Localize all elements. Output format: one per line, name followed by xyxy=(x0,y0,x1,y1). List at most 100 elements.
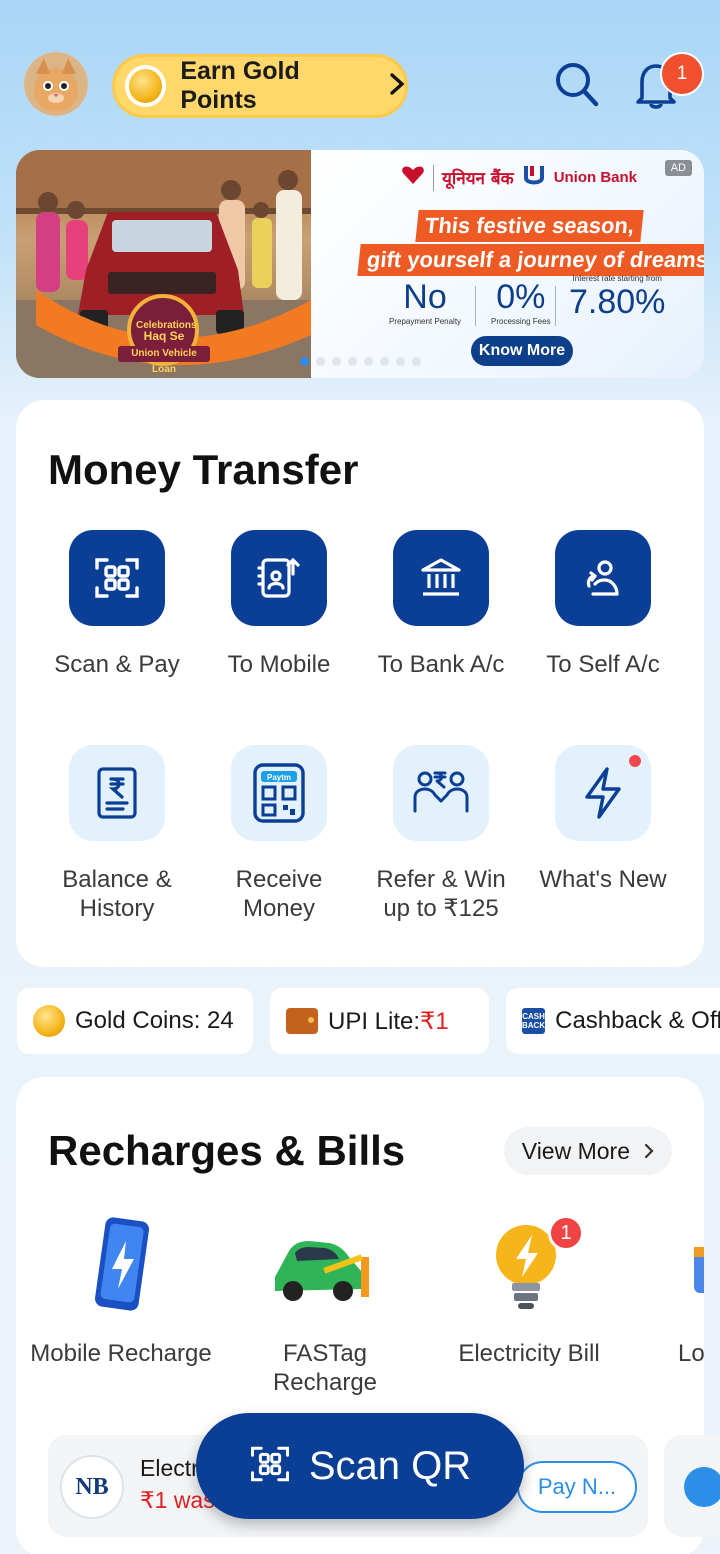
upi-lite-chip[interactable]: UPI Lite:₹1 xyxy=(270,988,489,1054)
upi-lite-label: UPI Lite: xyxy=(328,1007,421,1035)
stat-3-caption: Interest rate starting from xyxy=(572,274,662,283)
stat-prepayment: No Prepayment Penalty xyxy=(389,278,461,326)
gold-coin-icon xyxy=(33,1005,65,1037)
stat-processing: 0% Processing Fees xyxy=(491,278,551,326)
pagination-dot[interactable] xyxy=(316,357,325,366)
promo-banner[interactable]: Celebrations Haq Se Union Vehicle Loan A… xyxy=(16,150,704,378)
refer-icon xyxy=(393,745,489,841)
pagination-dot[interactable] xyxy=(364,357,373,366)
add-icon xyxy=(684,1467,720,1507)
profile-avatar[interactable] xyxy=(24,52,88,116)
scan-qr-label: Scan QR xyxy=(308,1443,472,1488)
tile-fastag[interactable]: FASTag Recharge xyxy=(230,1217,420,1397)
banner-family-car-image: Celebrations Haq Se Union Vehicle Loan xyxy=(16,150,311,378)
chevron-right-icon xyxy=(644,1138,654,1165)
new-indicator-dot xyxy=(629,755,641,767)
bank-brand: यूनियन बैंक Union Bank xyxy=(401,164,637,191)
pagination-dot[interactable] xyxy=(300,357,309,366)
cat-avatar-icon xyxy=(24,52,88,116)
tile-label: Loan Payment xyxy=(678,1340,704,1367)
vyom-heart-icon xyxy=(401,164,425,191)
mobile-recharge-icon xyxy=(66,1217,176,1317)
tile-label: To Mobile xyxy=(227,651,331,678)
pagination-dot[interactable] xyxy=(412,357,421,366)
tile-refer-win[interactable]: Refer & Win up to ₹125 xyxy=(360,745,522,923)
bank-icon xyxy=(393,530,489,626)
wallet-icon xyxy=(286,1008,318,1034)
tile-to-bank[interactable]: To Bank A/c xyxy=(360,530,522,679)
view-more-button[interactable]: View More xyxy=(503,1127,672,1175)
tile-loan[interactable]: Loan Payment xyxy=(638,1217,704,1368)
tile-label: Scan & Pay xyxy=(54,651,180,678)
stat-2-value: 0% xyxy=(496,278,546,316)
gold-coin-icon xyxy=(125,65,167,107)
svg-text:Paytm: Paytm xyxy=(267,773,291,782)
pagination-dot[interactable] xyxy=(348,357,357,366)
union-bank-logo-icon xyxy=(522,164,546,191)
tile-to-self[interactable]: To Self A/c xyxy=(522,530,684,679)
tile-to-mobile[interactable]: To Mobile xyxy=(198,530,360,679)
banner-ribbon-text: Union Vehicle Loan xyxy=(118,346,210,375)
tile-label: Receive Money xyxy=(235,866,323,922)
view-more-label: View More xyxy=(521,1137,630,1164)
tile-balance-history[interactable]: Balance & History xyxy=(36,745,198,923)
biller-logo: NB xyxy=(60,1455,124,1519)
scan-qr-icon xyxy=(249,1443,291,1490)
stat-1-caption: Prepayment Penalty xyxy=(389,317,462,326)
next-bill-card[interactable] xyxy=(664,1435,720,1537)
scan-qr-button[interactable]: Scan QR xyxy=(196,1413,524,1519)
money-transfer-card: Money Transfer Scan & Pay To Mobile To B… xyxy=(16,400,704,967)
pagination-dot[interactable] xyxy=(396,357,405,366)
banner-headline-2: gift yourself a journey of dreams. xyxy=(357,244,704,276)
stat-1-value: No xyxy=(403,278,447,316)
tile-mobile-recharge[interactable]: Mobile Recharge xyxy=(26,1217,216,1368)
pagination-dot[interactable] xyxy=(332,357,341,366)
know-more-button[interactable]: Know More xyxy=(471,336,573,366)
chevron-right-icon xyxy=(389,71,405,102)
banner-ad-panel: AD यूनियन बैंक Union Bank This festive s… xyxy=(311,150,704,378)
tile-electricity[interactable]: 1 Electricity Bill xyxy=(434,1215,624,1368)
search-icon[interactable] xyxy=(552,58,600,110)
tile-whats-new[interactable]: What's New xyxy=(522,745,684,894)
tile-label: Refer & Win up to ₹125 xyxy=(376,866,506,922)
cashback-icon: CASH BACK xyxy=(522,1008,546,1034)
tile-label: FASTag Recharge xyxy=(272,1340,378,1396)
tile-receive-money[interactable]: Paytm Receive Money xyxy=(198,745,360,923)
bank-name-hindi: यूनियन बैंक xyxy=(442,169,514,189)
pay-now-button[interactable]: Pay N... xyxy=(517,1461,637,1513)
gold-coins-chip[interactable]: Gold Coins: 24 xyxy=(17,988,253,1054)
stat-divider xyxy=(555,286,556,326)
tile-label: Mobile Recharge xyxy=(30,1340,212,1367)
upi-lite-amount: ₹1 xyxy=(420,1007,449,1035)
electricity-badge: 1 xyxy=(548,1215,584,1251)
cashback-text: Cashback & Offers xyxy=(555,1007,720,1034)
banner-pagination xyxy=(300,357,421,366)
contact-send-icon xyxy=(231,530,327,626)
notification-count-badge: 1 xyxy=(660,52,704,96)
receipt-icon xyxy=(69,745,165,841)
gold-coins-text: Gold Coins: 24 xyxy=(75,1007,234,1034)
stat-2-caption: Processing Fees xyxy=(491,317,551,326)
fastag-car-icon xyxy=(265,1217,385,1317)
badge-line-2: Haq Se xyxy=(143,329,185,343)
banner-badge-text: Celebrations Haq Se xyxy=(136,320,197,343)
self-transfer-icon xyxy=(555,530,651,626)
bulb-icon: 1 xyxy=(474,1215,584,1317)
upi-lite-text: UPI Lite:₹1 xyxy=(328,1007,449,1036)
earn-gold-points-button[interactable]: Earn Gold Points xyxy=(112,54,408,118)
banner-headline-1: This festive season, xyxy=(415,210,644,242)
pagination-dot[interactable] xyxy=(380,357,389,366)
bank-name-english: Union Bank xyxy=(553,169,638,186)
lightning-icon xyxy=(555,745,651,841)
cashback-chip[interactable]: CASHBACK Cashback & Offers xyxy=(506,988,720,1054)
tile-label: To Bank A/c xyxy=(377,651,505,678)
recharges-title: Recharges & Bills xyxy=(48,1127,406,1174)
loan-icon xyxy=(638,1217,704,1317)
tile-scan-pay[interactable]: Scan & Pay xyxy=(36,530,198,679)
money-transfer-title: Money Transfer xyxy=(48,446,359,493)
scan-icon xyxy=(69,530,165,626)
earn-gold-points-label: Earn Gold Points xyxy=(180,57,300,114)
paytm-qr-icon: Paytm xyxy=(231,745,327,841)
stat-divider xyxy=(475,286,476,326)
tile-label: To Self A/c xyxy=(546,651,660,678)
